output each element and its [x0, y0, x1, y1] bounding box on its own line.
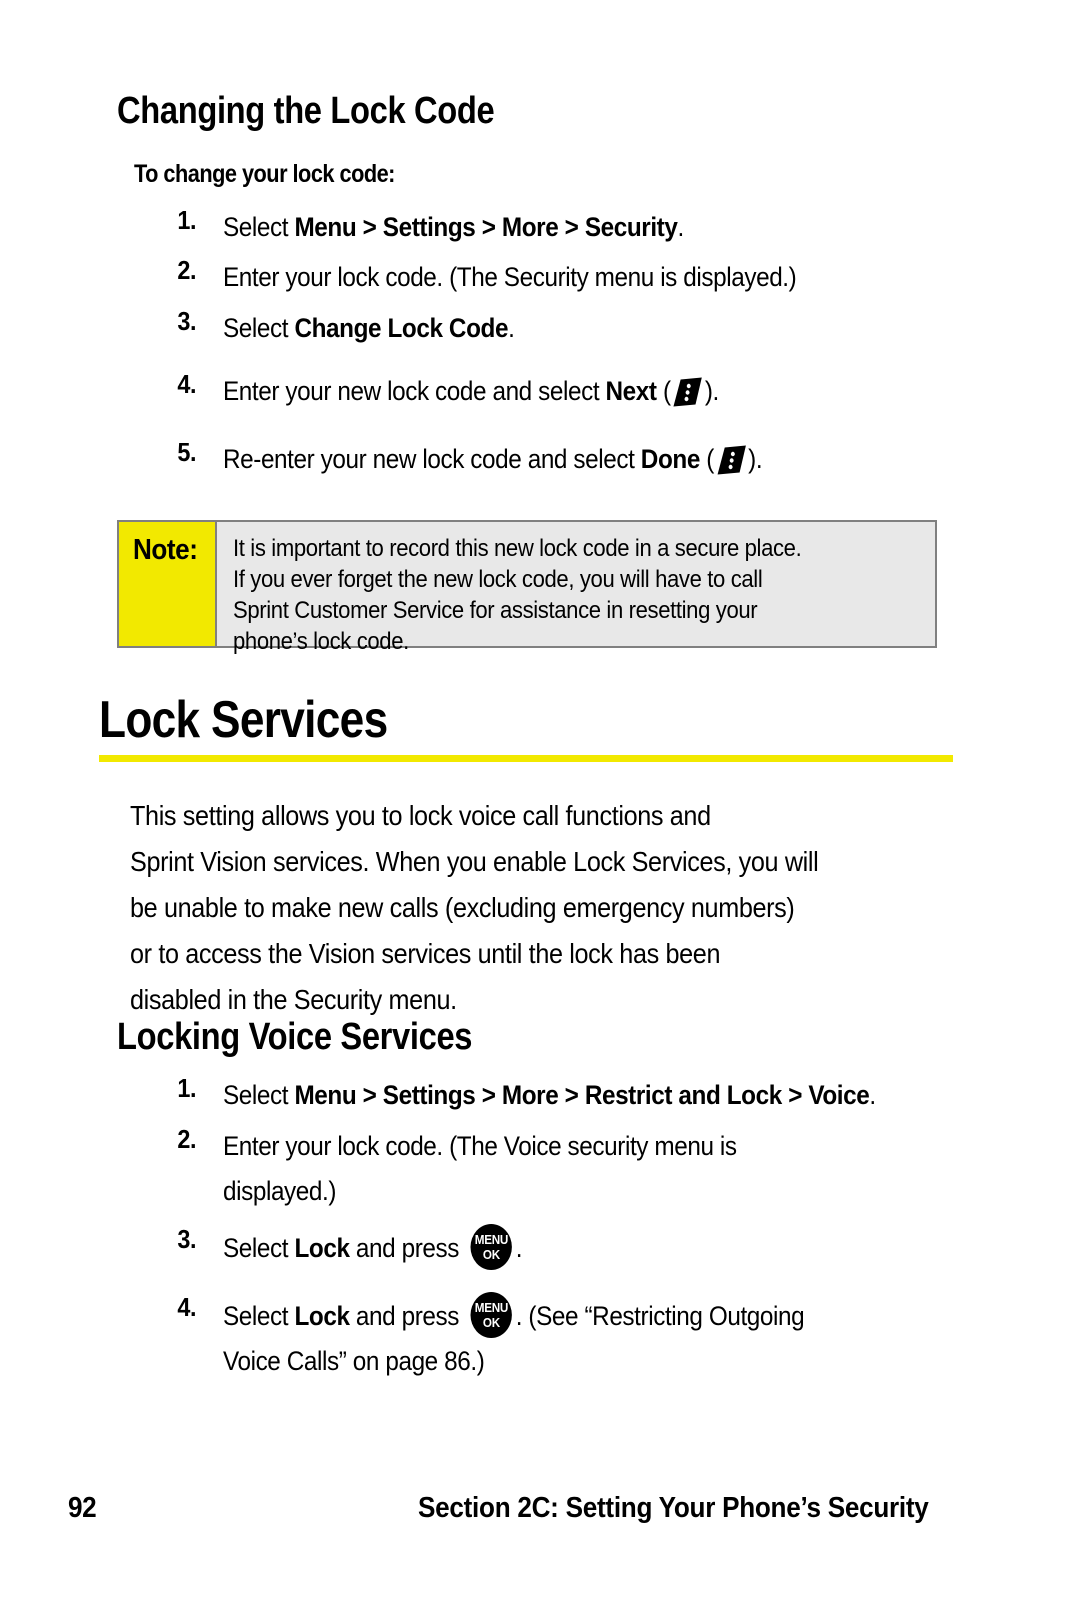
plain-text: Select [223, 212, 295, 242]
plain-text: . [515, 1233, 523, 1263]
plain-text: Voice Calls” on page 86.) [223, 1346, 485, 1376]
note-callout: Note: It is important to record this new… [117, 520, 937, 655]
emphasis-text: Lock [294, 1233, 350, 1263]
note-label: Note: [133, 534, 198, 566]
plain-text: ( [699, 444, 714, 474]
note-label-cell: Note: [119, 522, 217, 646]
step-number: 4. [177, 369, 196, 399]
step-text: Select Menu > Settings > More > Restrict… [196, 1073, 876, 1118]
footer-section-title: Section 2C: Setting Your Phone’s Securit… [418, 1492, 929, 1524]
emphasis-text: Restrict and Lock [584, 1080, 782, 1110]
plain-text: Enter your lock code. (The Security menu… [223, 262, 797, 292]
plain-text: displayed.) [223, 1176, 337, 1206]
plain-text: . (See “Restricting Outgoing [515, 1301, 805, 1331]
emphasis-text: Settings [382, 1080, 476, 1110]
plain-text: ). [748, 444, 763, 474]
list-item: 3. Select Change Lock Code. [152, 306, 1032, 351]
menu-ok-button-icon: MENU OK [470, 1292, 513, 1338]
plain-text: Re-enter your new lock code and select [223, 444, 641, 474]
plain-text: . [869, 1080, 876, 1110]
list-item: 1. Select Menu > Settings > More > Secur… [152, 205, 1032, 250]
step-text: Enter your lock code. (The Security menu… [196, 255, 797, 300]
emphasis-text: Change Lock Code [294, 313, 509, 343]
list-item: 4. Enter your new lock code and select N… [152, 369, 1032, 414]
emphasis-text: Menu [294, 212, 357, 242]
page-title: Changing the Lock Code [117, 90, 495, 132]
step-number: 3. [177, 306, 196, 336]
menu-ok-button-icon: MENU OK [470, 1224, 513, 1270]
menu-ok-label-bottom: OK [482, 1315, 500, 1330]
lead-in-text: To change your lock code: [134, 160, 395, 188]
emphasis-text: Next [605, 376, 657, 406]
note-body: It is important to record this new lock … [217, 522, 935, 655]
plain-text: and press [349, 1301, 466, 1331]
step-number: 1. [177, 1073, 196, 1103]
emphasis-text: Done [640, 444, 701, 474]
softkey-right-icon [672, 377, 703, 407]
step-text: Re-enter your new lock code and select D… [196, 437, 763, 482]
plain-text: ). [704, 376, 719, 406]
emphasis-text: Security [584, 212, 678, 242]
page-number: 92 [68, 1492, 97, 1524]
plain-text: and press [349, 1233, 466, 1263]
plain-text: Select [223, 313, 295, 343]
note-line: It is important to record this new lock … [233, 535, 802, 562]
emphasis-text: > [558, 212, 585, 242]
section-heading-lock-services: Lock Services [99, 691, 388, 749]
plain-text: Select [223, 1080, 295, 1110]
emphasis-text: Settings [382, 212, 476, 242]
step-number: 4. [177, 1292, 196, 1322]
step-number: 1. [177, 205, 196, 235]
step-text: Enter your lock code. (The Voice securit… [196, 1124, 737, 1214]
step-text: Select Change Lock Code. [196, 306, 515, 351]
emphasis-text: > [475, 1080, 502, 1110]
step-number: 3. [177, 1224, 196, 1254]
plain-text: Select [223, 1233, 295, 1263]
plain-text: Select [223, 1301, 295, 1331]
paragraph-line: Sprint Vision services. When you enable … [130, 846, 819, 877]
step-text: Select Menu > Settings > More > Security… [196, 205, 684, 250]
emphasis-text: Lock [294, 1301, 350, 1331]
plain-text: Enter your lock code. (The Voice securit… [223, 1131, 737, 1161]
manual-page: Changing the Lock Code To change your lo… [0, 0, 1080, 1620]
plain-text: ( [656, 376, 671, 406]
step-text: Enter your new lock code and select Next… [196, 369, 719, 414]
emphasis-text: Menu [294, 1080, 357, 1110]
note-line: phone’s lock code. [233, 628, 409, 655]
menu-ok-label-top: MENU [474, 1232, 509, 1247]
list-item: 4. Select Lock and press MENU OK. (See “R… [152, 1292, 1052, 1384]
softkey-right-icon [716, 445, 747, 475]
emphasis-text: More [501, 1080, 559, 1110]
note-line: Sprint Customer Service for assistance i… [233, 597, 758, 624]
plain-text: . [677, 212, 684, 242]
section-divider-rule [99, 755, 953, 762]
step-number: 2. [177, 1124, 196, 1154]
list-item: 3. Select Lock and press MENU OK. [152, 1224, 1032, 1271]
body-paragraph: This setting allows you to lock voice ca… [130, 793, 980, 1023]
subsection-heading-locking-voice-services: Locking Voice Services [117, 1016, 473, 1058]
paragraph-line: This setting allows you to lock voice ca… [130, 800, 711, 831]
emphasis-text: > [781, 1080, 809, 1110]
menu-ok-label-top: MENU [474, 1300, 509, 1315]
list-item: 2. Enter your lock code. (The Voice secu… [152, 1124, 1032, 1214]
menu-ok-label-bottom: OK [482, 1247, 500, 1262]
emphasis-text: > [356, 212, 383, 242]
step-number: 2. [177, 255, 196, 285]
plain-text: . [508, 313, 515, 343]
emphasis-text: > [356, 1080, 383, 1110]
emphasis-text: > [475, 212, 502, 242]
note-line: If you ever forget the new lock code, yo… [233, 566, 763, 593]
emphasis-text: > [558, 1080, 585, 1110]
step-number: 5. [177, 437, 196, 467]
emphasis-text: More [501, 212, 559, 242]
paragraph-line: or to access the Vision services until t… [130, 938, 721, 969]
emphasis-text: Voice [808, 1080, 870, 1110]
paragraph-line: be unable to make new calls (excluding e… [130, 892, 795, 923]
list-item: 5. Re-enter your new lock code and selec… [152, 437, 1032, 482]
list-item: 2. Enter your lock code. (The Security m… [152, 255, 1032, 300]
plain-text: Enter your new lock code and select [223, 376, 606, 406]
list-item: 1. Select Menu > Settings > More > Restr… [152, 1073, 1052, 1118]
step-text: Select Lock and press MENU OK. [196, 1224, 523, 1271]
step-text: Select Lock and press MENU OK. (See “Rest… [196, 1292, 805, 1384]
